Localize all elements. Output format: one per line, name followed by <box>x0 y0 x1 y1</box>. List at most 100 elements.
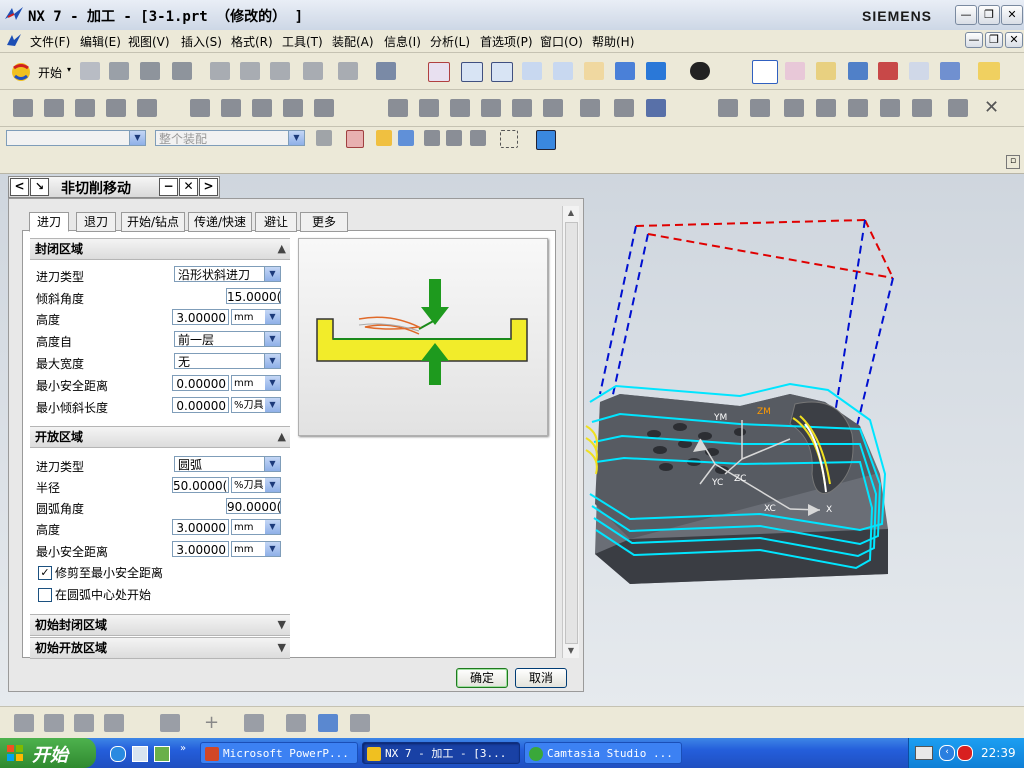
app-menu-icon[interactable] <box>6 33 22 49</box>
post-process-icon[interactable] <box>940 62 960 80</box>
menu-tools[interactable]: 工具(T) <box>282 33 323 50</box>
dialog-reset-icon[interactable]: ↘ <box>30 178 49 196</box>
menu-format[interactable]: 格式(R) <box>231 33 273 50</box>
copy-icon[interactable] <box>240 62 260 80</box>
radius-field[interactable]: 50.0000( <box>172 477 229 493</box>
dialog-expand-right-icon[interactable]: > <box>199 178 218 196</box>
tray-back-icon[interactable]: ‹ <box>939 745 955 761</box>
scroll-up-icon[interactable]: ▲ <box>563 206 579 220</box>
tool-icon-27[interactable] <box>948 99 968 117</box>
wcs-origin-icon[interactable] <box>785 62 805 80</box>
snap-option-5-icon[interactable] <box>470 130 486 146</box>
bottom-tool-icon-7[interactable] <box>286 714 306 732</box>
snap-option-3-icon[interactable] <box>424 130 440 146</box>
menu-window[interactable]: 窗口(O) <box>540 33 583 50</box>
quick-launch-more-icon[interactable]: » <box>180 743 186 754</box>
snap-option-2-icon[interactable] <box>398 130 414 146</box>
start-icon[interactable] <box>10 61 32 83</box>
open-area-header[interactable]: 开放区域 ▲ <box>30 426 290 448</box>
radius-unit-select[interactable]: %刀具 ▼ <box>231 477 281 493</box>
start-at-arc-center-checkbox[interactable] <box>38 588 52 602</box>
open-icon[interactable] <box>109 62 129 80</box>
pan-icon[interactable] <box>584 62 604 80</box>
tool-icon-23[interactable] <box>816 99 836 117</box>
doc-restore-button[interactable]: ❐ <box>985 32 1003 48</box>
closed-min-safe-field[interactable]: 0.00000 <box>172 375 229 391</box>
minimize-button[interactable]: — <box>955 5 977 25</box>
create-operation-icon[interactable] <box>816 62 836 80</box>
menu-insert[interactable]: 插入(S) <box>181 33 222 50</box>
menu-preferences[interactable]: 首选项(P) <box>480 33 533 50</box>
doc-minimize-button[interactable]: — <box>965 32 983 48</box>
close-icon[interactable]: ✕ <box>984 99 1004 117</box>
doc-close-button[interactable]: ✕ <box>1005 32 1023 48</box>
tool-icon-19[interactable] <box>646 99 666 117</box>
bottom-tool-icon-5[interactable] <box>160 714 180 732</box>
tool-icon-15[interactable] <box>512 99 532 117</box>
height-from-select[interactable]: 前一层 ▼ <box>174 331 281 347</box>
close-button[interactable]: ✕ <box>1001 5 1023 25</box>
shaded-view-icon[interactable] <box>646 62 666 80</box>
closed-height-field[interactable]: 3.00000 <box>172 309 229 325</box>
snap-option-icon[interactable] <box>376 130 392 146</box>
cut-icon[interactable] <box>210 62 230 80</box>
initial-closed-area-header[interactable]: 初始封闭区域 ▼ <box>30 614 290 636</box>
zoom-icon[interactable] <box>491 62 513 82</box>
tool-icon-3[interactable] <box>75 99 95 117</box>
media-player-icon[interactable] <box>154 746 170 762</box>
open-min-safe-field[interactable]: 3.00000 <box>172 541 229 557</box>
recording-icon[interactable] <box>957 745 973 761</box>
tool-icon-12[interactable] <box>419 99 439 117</box>
verify-toolpath-icon[interactable] <box>878 62 898 80</box>
new-icon[interactable] <box>80 62 100 80</box>
delete-icon[interactable] <box>303 62 323 80</box>
show-desktop-icon[interactable] <box>132 746 148 762</box>
tool-icon-6[interactable] <box>190 99 210 117</box>
snap-point-icon[interactable] <box>346 130 364 148</box>
collapse-up-icon[interactable]: ▲ <box>278 427 286 447</box>
dialog-titlebar[interactable]: < ↘ 非切削移动 − ✕ > <box>8 176 220 198</box>
tool-icon-16[interactable] <box>543 99 563 117</box>
dialog-scrollbar[interactable]: ▲ ▼ <box>562 206 579 658</box>
open-height-field[interactable]: 3.00000 <box>172 519 229 535</box>
task-nx[interactable]: NX 7 - 加工 - [3... <box>362 742 520 764</box>
tool-icon-24[interactable] <box>848 99 868 117</box>
tab-more[interactable]: 更多 <box>300 212 348 232</box>
information-icon[interactable] <box>376 62 396 80</box>
task-camtasia[interactable]: Camtasia Studio ... <box>524 742 682 764</box>
tool-icon-26[interactable] <box>912 99 932 117</box>
menu-edit[interactable]: 编辑(E) <box>80 33 121 50</box>
plus-icon[interactable]: + <box>204 714 224 732</box>
select-all-icon[interactable] <box>316 130 332 146</box>
collapse-up-icon[interactable]: ▲ <box>278 239 286 259</box>
open-entry-type-select[interactable]: 圆弧 ▼ <box>174 456 281 472</box>
bottom-tool-icon-8[interactable] <box>318 714 338 732</box>
zoom-window-icon[interactable] <box>461 62 483 82</box>
tool-icon-8[interactable] <box>252 99 272 117</box>
keyboard-icon[interactable] <box>915 746 933 760</box>
initial-open-area-header[interactable]: 初始开放区域 ▼ <box>30 637 290 659</box>
generate-toolpath-icon[interactable] <box>848 62 868 80</box>
menu-help[interactable]: 帮助(H) <box>592 33 634 50</box>
tool-icon-11[interactable] <box>388 99 408 117</box>
tool-icon-20[interactable] <box>718 99 738 117</box>
task-powerpoint[interactable]: Microsoft PowerP... <box>200 742 358 764</box>
menu-assembly[interactable]: 装配(A) <box>332 33 374 50</box>
bottom-tool-icon-6[interactable] <box>244 714 264 732</box>
paste-icon[interactable] <box>270 62 290 80</box>
render-style-icon[interactable] <box>690 62 710 80</box>
cancel-button[interactable]: 取消 <box>515 668 567 688</box>
dialog-collapse-left-icon[interactable]: < <box>10 178 29 196</box>
undo-icon[interactable] <box>338 62 358 80</box>
scrollbar-thumb[interactable] <box>565 222 578 644</box>
closed-height-unit-select[interactable]: mm ▼ <box>231 309 281 325</box>
tool-icon-5[interactable] <box>137 99 157 117</box>
tool-icon-1[interactable] <box>13 99 33 117</box>
ie-icon[interactable] <box>110 746 126 762</box>
menu-view[interactable]: 视图(V) <box>128 33 170 50</box>
tool-icon-25[interactable] <box>880 99 900 117</box>
tool-icon-14[interactable] <box>481 99 501 117</box>
rectangle-select-icon[interactable] <box>500 130 518 148</box>
menu-analysis[interactable]: 分析(L) <box>430 33 470 50</box>
scope-filter-select[interactable]: 整个装配 ▼ <box>155 130 305 146</box>
